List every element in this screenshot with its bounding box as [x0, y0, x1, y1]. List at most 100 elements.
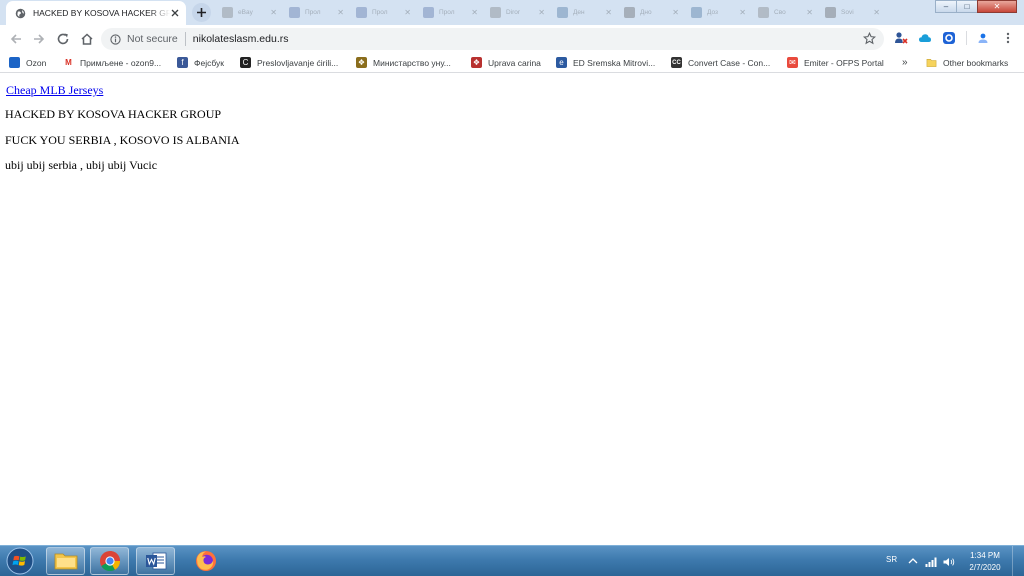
- close-icon[interactable]: ✕: [538, 8, 545, 17]
- address-bar[interactable]: Not secure nikolateslasm.edu.rs: [101, 28, 884, 50]
- bookmark-item[interactable]: Ozon: [9, 56, 46, 69]
- start-button[interactable]: [2, 546, 38, 576]
- speaker-icon[interactable]: [943, 557, 955, 567]
- close-icon[interactable]: [170, 8, 180, 18]
- clock-time: 1:34 PM: [970, 551, 1000, 560]
- extension-icon[interactable]: [918, 31, 932, 45]
- taskbar-chrome-button[interactable]: [90, 547, 129, 575]
- url-text[interactable]: nikolateslasm.edu.rs: [193, 33, 289, 45]
- tab-active[interactable]: HACKED BY KOSOVA HACKER GROUP: [6, 1, 186, 25]
- bookmark-item[interactable]: f Фејсбук: [177, 56, 224, 69]
- bookmark-item[interactable]: ✉ Emiter - OFPS Portal: [787, 56, 884, 69]
- tab-background[interactable]: eBay ✕: [216, 3, 281, 22]
- bookmarks-bar: Ozon M Примљене - ozon9... f Фејсбук C Preslov…: [0, 52, 1024, 73]
- page-icon: [222, 7, 233, 18]
- bookmark-item[interactable]: ❖ Uprava carina: [471, 56, 541, 69]
- show-desktop-button[interactable]: [1012, 546, 1024, 576]
- tab-background[interactable]: Дно ✕: [618, 3, 683, 22]
- bookmark-item[interactable]: C Preslovljavanje ćirili...: [240, 56, 338, 69]
- tab-background[interactable]: Diror ✕: [484, 3, 549, 22]
- taskbar-explorer-button[interactable]: [46, 547, 85, 575]
- close-icon[interactable]: ✕: [337, 8, 344, 17]
- tab-background[interactable]: Ден ✕: [551, 3, 616, 22]
- tab-title: Доз: [707, 9, 718, 16]
- close-icon[interactable]: ✕: [605, 8, 612, 17]
- crest-icon: ❖: [356, 57, 367, 68]
- tab-background[interactable]: Sovi ✕: [819, 3, 884, 22]
- arrow-up-icon[interactable]: [908, 557, 918, 565]
- tab-background[interactable]: Прол ✕: [417, 3, 482, 22]
- tab-background[interactable]: Прол ✕: [350, 3, 415, 22]
- tab-background[interactable]: Доз ✕: [685, 3, 750, 22]
- taskbar: SR 1:34 PM 2/7/2020: [0, 545, 1024, 576]
- close-window-button[interactable]: ✕: [977, 0, 1017, 13]
- globe-icon: [624, 7, 635, 18]
- info-icon[interactable]: [110, 33, 121, 45]
- tab-title: Прол: [305, 9, 321, 16]
- windows-logo-icon: [6, 547, 34, 575]
- facebook-icon: [356, 7, 367, 18]
- star-icon[interactable]: [863, 32, 876, 45]
- bookmark-item[interactable]: e ED Sremska Mitrovi...: [556, 56, 655, 69]
- plus-icon: [197, 8, 206, 17]
- security-label[interactable]: Not secure: [127, 33, 178, 45]
- bookmark-item[interactable]: ❖ Министарство уну...: [356, 56, 451, 69]
- taskbar-firefox-button[interactable]: [186, 547, 225, 575]
- divider: [966, 31, 967, 45]
- other-bookmarks[interactable]: Other bookmarks: [926, 56, 1008, 69]
- profile-button[interactable]: [976, 31, 990, 45]
- cc-icon: CC: [671, 57, 682, 68]
- browser-toolbar: Not secure nikolateslasm.edu.rs: [0, 25, 1024, 52]
- extension-icon[interactable]: [894, 31, 908, 45]
- taskbar-word-button[interactable]: [136, 547, 175, 575]
- tab-title: Ден: [573, 9, 585, 16]
- extension-icon[interactable]: [942, 31, 956, 45]
- close-icon[interactable]: ✕: [404, 8, 411, 17]
- reload-button[interactable]: [55, 31, 71, 47]
- facebook-icon: [289, 7, 300, 18]
- close-icon[interactable]: ✕: [270, 8, 277, 17]
- bookmark-label: ED Sremska Mitrovi...: [573, 57, 656, 68]
- crest-icon: ❖: [471, 57, 482, 68]
- ozon-icon: [9, 57, 20, 68]
- bookmark-label: Примљене - ozon9...: [80, 57, 162, 68]
- facebook-icon: [423, 7, 434, 18]
- arrow-left-icon: [10, 34, 21, 44]
- facebook-icon: f: [177, 57, 188, 68]
- tab-title: Прол: [372, 9, 388, 16]
- close-icon[interactable]: ✕: [739, 8, 746, 17]
- page-content: Cheap MLB Jerseys HACKED BY KOSOVA HACKE…: [0, 73, 1024, 545]
- language-indicator[interactable]: SR: [886, 555, 897, 564]
- tab-background[interactable]: Прол ✕: [283, 3, 348, 22]
- tab-background[interactable]: Сво ✕: [752, 3, 817, 22]
- close-icon[interactable]: ✕: [873, 8, 880, 17]
- home-button[interactable]: [79, 31, 95, 47]
- menu-button[interactable]: [1001, 31, 1015, 45]
- minimize-button[interactable]: –: [935, 0, 957, 13]
- maximize-button[interactable]: □: [956, 0, 978, 13]
- close-icon[interactable]: ✕: [806, 8, 813, 17]
- bookmark-item[interactable]: M Примљене - ozon9...: [63, 56, 161, 69]
- tab-title: eBay: [238, 9, 253, 16]
- bookmark-item[interactable]: CC Convert Case - Con...: [671, 56, 770, 69]
- site-icon: C: [240, 57, 251, 68]
- system-clock[interactable]: 1:34 PM 2/7/2020: [963, 550, 1007, 574]
- forward-button[interactable]: [31, 31, 47, 47]
- globe-icon: [825, 7, 836, 18]
- jerseys-link[interactable]: Cheap MLB Jerseys: [6, 83, 103, 98]
- tab-title: Diror: [506, 9, 521, 16]
- network-icon[interactable]: [925, 557, 937, 567]
- firefox-icon: [195, 551, 216, 571]
- chrome-icon: [99, 551, 120, 572]
- bookmark-label: Preslovljavanje ćirili...: [257, 57, 339, 68]
- close-icon[interactable]: ✕: [672, 8, 679, 17]
- tab-title: Прол: [439, 9, 455, 16]
- profile-icon: [978, 33, 988, 43]
- back-button[interactable]: [8, 31, 24, 47]
- close-icon[interactable]: ✕: [471, 8, 478, 17]
- ed-icon: e: [556, 57, 567, 68]
- arrow-right-icon: [34, 34, 45, 44]
- bookmark-label: Convert Case - Con...: [688, 57, 771, 68]
- bookmarks-overflow-button[interactable]: »: [902, 56, 908, 69]
- new-tab-button[interactable]: [192, 3, 211, 22]
